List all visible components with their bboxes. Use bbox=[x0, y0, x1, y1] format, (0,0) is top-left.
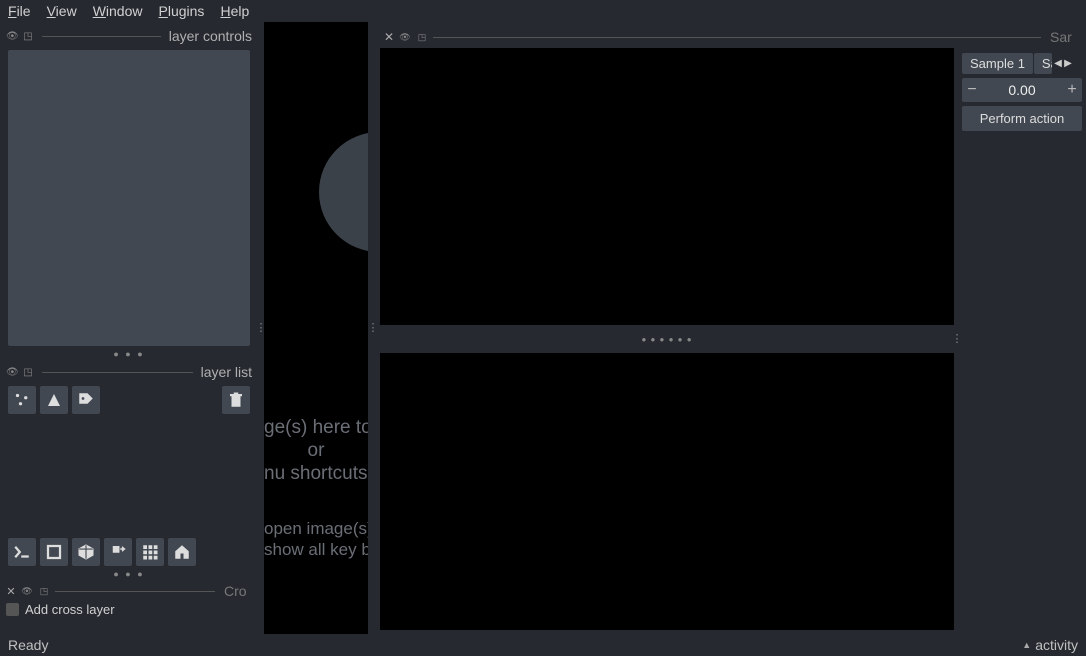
roll-dims-button[interactable] bbox=[72, 538, 100, 566]
close-icon[interactable]: ✕ bbox=[6, 585, 16, 598]
dock-title: Sar bbox=[1050, 29, 1080, 45]
menu-bar: File View Window Plugins Help bbox=[0, 0, 1086, 22]
layer-list-body bbox=[6, 418, 252, 534]
new-shapes-button[interactable] bbox=[40, 386, 68, 414]
transpose-button[interactable] bbox=[104, 538, 132, 566]
new-points-button[interactable] bbox=[8, 386, 36, 414]
drop-hint: ge(s) here to open or nu shortcuts below bbox=[264, 417, 368, 485]
console-button[interactable] bbox=[8, 538, 36, 566]
napari-logo-icon bbox=[319, 132, 368, 252]
sample-tabs: Sample 1 Sa ◀ ▶ bbox=[962, 52, 1082, 74]
menu-plugins[interactable]: Plugins bbox=[159, 3, 205, 19]
perform-action-button[interactable]: Perform action bbox=[962, 106, 1082, 131]
status-activity[interactable]: activity bbox=[1035, 637, 1078, 653]
drop-commands: open image(s) show all key bindings bbox=[264, 518, 368, 561]
layer-controls-label: layer controls bbox=[169, 28, 252, 44]
delete-layer-button[interactable] bbox=[222, 386, 250, 414]
viewer-pane-bottom[interactable] bbox=[380, 353, 954, 630]
layer-type-buttons bbox=[6, 382, 252, 418]
viewer-panes: ● ● ● ● ● ● bbox=[380, 48, 954, 630]
eye-icon[interactable]: 👁 bbox=[21, 586, 33, 597]
popout-icon[interactable]: ◳ bbox=[22, 367, 34, 378]
menu-file[interactable]: File bbox=[8, 3, 31, 19]
layer-list-label: layer list bbox=[201, 364, 252, 380]
popout-icon[interactable]: ◳ bbox=[38, 586, 50, 597]
decrement-button[interactable]: − bbox=[962, 81, 982, 99]
popout-icon[interactable]: ◳ bbox=[22, 31, 34, 42]
vertical-splitter[interactable]: ⋮ bbox=[368, 22, 378, 634]
cross-widget-title: Cro bbox=[224, 583, 252, 599]
ndisplay-button[interactable] bbox=[40, 538, 68, 566]
add-cross-layer-checkbox[interactable] bbox=[6, 603, 19, 616]
cross-widget: ✕ 👁 ◳ Cro Add cross layer bbox=[6, 582, 252, 619]
tab-sample-2[interactable]: Sa bbox=[1034, 53, 1052, 74]
close-icon[interactable]: ✕ bbox=[384, 30, 394, 44]
status-bar: Ready ▲ activity bbox=[0, 634, 1086, 656]
horizontal-splitter[interactable]: ● ● ● ● ● ● bbox=[380, 335, 954, 343]
menu-help[interactable]: Help bbox=[220, 3, 249, 19]
canvas[interactable]: ge(s) here to open or nu shortcuts below… bbox=[264, 22, 368, 634]
value-spinbox[interactable]: − 0.00 + bbox=[962, 78, 1082, 102]
menu-window[interactable]: Window bbox=[93, 3, 143, 19]
status-left: Ready bbox=[8, 637, 48, 653]
grid-button[interactable] bbox=[136, 538, 164, 566]
side-panel: Sample 1 Sa ◀ ▶ − 0.00 + Perform action bbox=[960, 48, 1084, 630]
dock-header: ✕ 👁 ◳ Sar bbox=[380, 26, 1084, 48]
viewer-buttons bbox=[6, 534, 252, 570]
tab-scroll-right-icon[interactable]: ▶ bbox=[1063, 52, 1073, 74]
tab-sample-1[interactable]: Sample 1 bbox=[962, 53, 1033, 74]
layer-controls-header: 👁 ◳ layer controls bbox=[6, 26, 252, 46]
menu-view[interactable]: View bbox=[47, 3, 77, 19]
chevron-up-icon[interactable]: ▲ bbox=[1022, 640, 1031, 650]
drag-handle[interactable]: ● ● ● bbox=[6, 350, 252, 360]
popout-icon[interactable]: ◳ bbox=[416, 32, 428, 43]
increment-button[interactable]: + bbox=[1062, 81, 1082, 99]
spinbox-value[interactable]: 0.00 bbox=[982, 82, 1062, 98]
tab-scroll-left-icon[interactable]: ◀ bbox=[1053, 52, 1063, 74]
drag-handle[interactable]: ● ● ● bbox=[6, 570, 252, 580]
eye-icon[interactable]: 👁 bbox=[6, 367, 18, 378]
eye-icon[interactable]: 👁 bbox=[6, 31, 18, 42]
left-panel: 👁 ◳ layer controls ● ● ● 👁 ◳ layer list bbox=[0, 22, 258, 634]
viewer-pane-top[interactable] bbox=[380, 48, 954, 325]
home-button[interactable] bbox=[168, 538, 196, 566]
layer-list-header: 👁 ◳ layer list bbox=[6, 362, 252, 382]
right-dock: ✕ 👁 ◳ Sar ● ● ● ● ● ● ⋮ Sample 1 Sa ◀ ▶ bbox=[378, 22, 1086, 634]
new-labels-button[interactable] bbox=[72, 386, 100, 414]
eye-icon[interactable]: 👁 bbox=[399, 32, 411, 43]
layer-controls-body bbox=[8, 50, 250, 346]
add-cross-layer-label: Add cross layer bbox=[25, 602, 115, 617]
